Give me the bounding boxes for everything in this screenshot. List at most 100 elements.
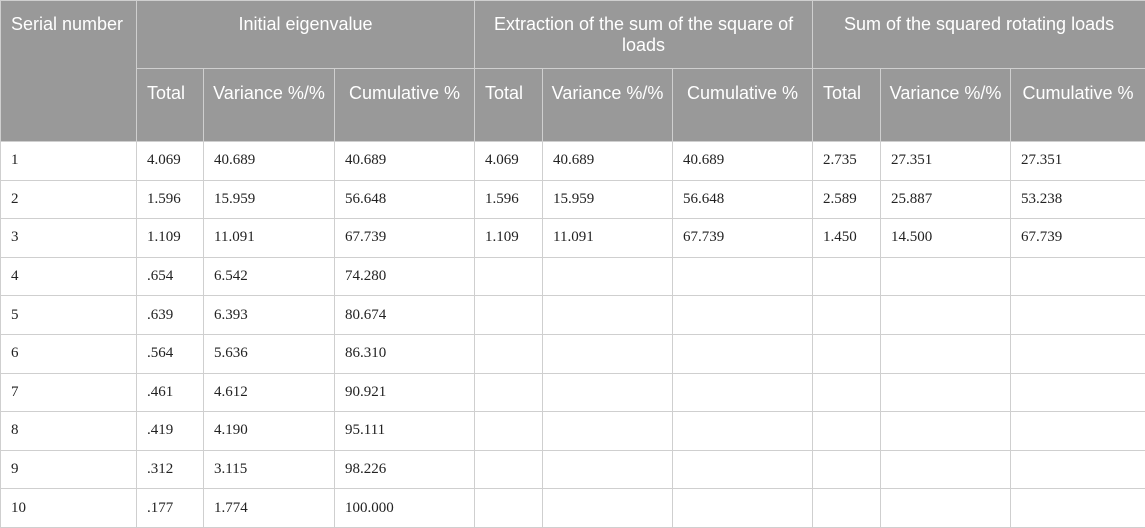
- cell-serial: 3: [1, 219, 137, 258]
- header-rotation-sum: Sum of the squared rotating loads: [813, 1, 1145, 69]
- cell-serial: 4: [1, 257, 137, 296]
- cell-rotation-variance: [881, 373, 1011, 412]
- cell-initial-cumulative: 90.921: [335, 373, 475, 412]
- cell-rotation-variance: 14.500: [881, 219, 1011, 258]
- cell-initial-variance: 40.689: [204, 142, 335, 181]
- cell-extraction-variance: 40.689: [543, 142, 673, 181]
- cell-serial: 6: [1, 334, 137, 373]
- cell-initial-cumulative: 74.280: [335, 257, 475, 296]
- cell-extraction-total: [475, 334, 543, 373]
- cell-rotation-total: 2.589: [813, 180, 881, 219]
- cell-extraction-cumulative: 40.689: [673, 142, 813, 181]
- cell-extraction-variance: 15.959: [543, 180, 673, 219]
- cell-rotation-total: [813, 257, 881, 296]
- header-extraction-sum: Extraction of the sum of the square of l…: [475, 1, 813, 69]
- cell-rotation-variance: [881, 489, 1011, 528]
- cell-initial-variance: 4.190: [204, 412, 335, 451]
- cell-extraction-cumulative: [673, 334, 813, 373]
- cell-serial: 8: [1, 412, 137, 451]
- cell-initial-variance: 3.115: [204, 450, 335, 489]
- cell-extraction-total: [475, 373, 543, 412]
- cell-initial-total: 1.596: [137, 180, 204, 219]
- cell-extraction-total: [475, 450, 543, 489]
- table-row: 3 1.109 11.091 67.739 1.109 11.091 67.73…: [1, 219, 1145, 258]
- subheader-total: Total: [137, 69, 204, 142]
- cell-extraction-cumulative: 67.739: [673, 219, 813, 258]
- cell-rotation-variance: [881, 257, 1011, 296]
- cell-initial-variance: 6.393: [204, 296, 335, 335]
- cell-extraction-total: [475, 412, 543, 451]
- subheader-total: Total: [813, 69, 881, 142]
- cell-extraction-variance: [543, 373, 673, 412]
- cell-rotation-total: 1.450: [813, 219, 881, 258]
- cell-rotation-total: [813, 450, 881, 489]
- cell-initial-cumulative: 98.226: [335, 450, 475, 489]
- table-header: Serial number Initial eigenvalue Extract…: [1, 1, 1145, 142]
- cell-rotation-variance: 27.351: [881, 142, 1011, 181]
- cell-initial-cumulative: 56.648: [335, 180, 475, 219]
- cell-initial-total: .564: [137, 334, 204, 373]
- header-serial-number: Serial number: [1, 1, 137, 142]
- cell-rotation-cumulative: [1011, 334, 1145, 373]
- cell-rotation-cumulative: [1011, 450, 1145, 489]
- cell-initial-total: .177: [137, 489, 204, 528]
- cell-extraction-cumulative: [673, 412, 813, 451]
- cell-extraction-variance: [543, 489, 673, 528]
- cell-initial-cumulative: 80.674: [335, 296, 475, 335]
- cell-rotation-cumulative: 27.351: [1011, 142, 1145, 181]
- cell-extraction-cumulative: [673, 373, 813, 412]
- subheader-cumulative: Cumulative %: [673, 69, 813, 142]
- table-row: 7 .461 4.612 90.921: [1, 373, 1145, 412]
- cell-rotation-cumulative: [1011, 296, 1145, 335]
- cell-extraction-total: [475, 296, 543, 335]
- cell-initial-cumulative: 67.739: [335, 219, 475, 258]
- cell-rotation-total: [813, 334, 881, 373]
- cell-extraction-variance: [543, 450, 673, 489]
- cell-extraction-cumulative: [673, 296, 813, 335]
- table-body: 1 4.069 40.689 40.689 4.069 40.689 40.68…: [1, 142, 1145, 528]
- cell-initial-cumulative: 100.000: [335, 489, 475, 528]
- cell-rotation-cumulative: [1011, 412, 1145, 451]
- cell-initial-variance: 5.636: [204, 334, 335, 373]
- cell-rotation-total: [813, 373, 881, 412]
- cell-extraction-cumulative: 56.648: [673, 180, 813, 219]
- table-row: 8 .419 4.190 95.111: [1, 412, 1145, 451]
- subheader-total: Total: [475, 69, 543, 142]
- table-row: 9 .312 3.115 98.226: [1, 450, 1145, 489]
- cell-rotation-total: [813, 412, 881, 451]
- cell-rotation-variance: [881, 412, 1011, 451]
- table-row: 4 .654 6.542 74.280: [1, 257, 1145, 296]
- cell-serial: 2: [1, 180, 137, 219]
- cell-initial-total: .419: [137, 412, 204, 451]
- cell-initial-total: 1.109: [137, 219, 204, 258]
- cell-rotation-cumulative: [1011, 257, 1145, 296]
- cell-extraction-total: [475, 489, 543, 528]
- cell-initial-cumulative: 86.310: [335, 334, 475, 373]
- cell-extraction-variance: [543, 257, 673, 296]
- subheader-variance: Variance %/%: [881, 69, 1011, 142]
- cell-rotation-variance: [881, 450, 1011, 489]
- cell-extraction-variance: [543, 412, 673, 451]
- cell-initial-variance: 11.091: [204, 219, 335, 258]
- subheader-cumulative: Cumulative %: [1011, 69, 1145, 142]
- cell-rotation-total: [813, 296, 881, 335]
- table-row: 6 .564 5.636 86.310: [1, 334, 1145, 373]
- cell-serial: 7: [1, 373, 137, 412]
- cell-rotation-variance: [881, 334, 1011, 373]
- cell-initial-total: .461: [137, 373, 204, 412]
- cell-extraction-cumulative: [673, 489, 813, 528]
- subheader-variance: Variance %/%: [204, 69, 335, 142]
- cell-rotation-cumulative: 53.238: [1011, 180, 1145, 219]
- cell-initial-total: .654: [137, 257, 204, 296]
- cell-rotation-variance: 25.887: [881, 180, 1011, 219]
- cell-rotation-total: [813, 489, 881, 528]
- variance-table: Serial number Initial eigenvalue Extract…: [0, 0, 1145, 528]
- cell-serial: 10: [1, 489, 137, 528]
- table-row: 2 1.596 15.959 56.648 1.596 15.959 56.64…: [1, 180, 1145, 219]
- cell-initial-total: .312: [137, 450, 204, 489]
- cell-extraction-total: [475, 257, 543, 296]
- cell-rotation-cumulative: [1011, 489, 1145, 528]
- cell-initial-variance: 6.542: [204, 257, 335, 296]
- cell-initial-variance: 15.959: [204, 180, 335, 219]
- header-initial-eigenvalue: Initial eigenvalue: [137, 1, 475, 69]
